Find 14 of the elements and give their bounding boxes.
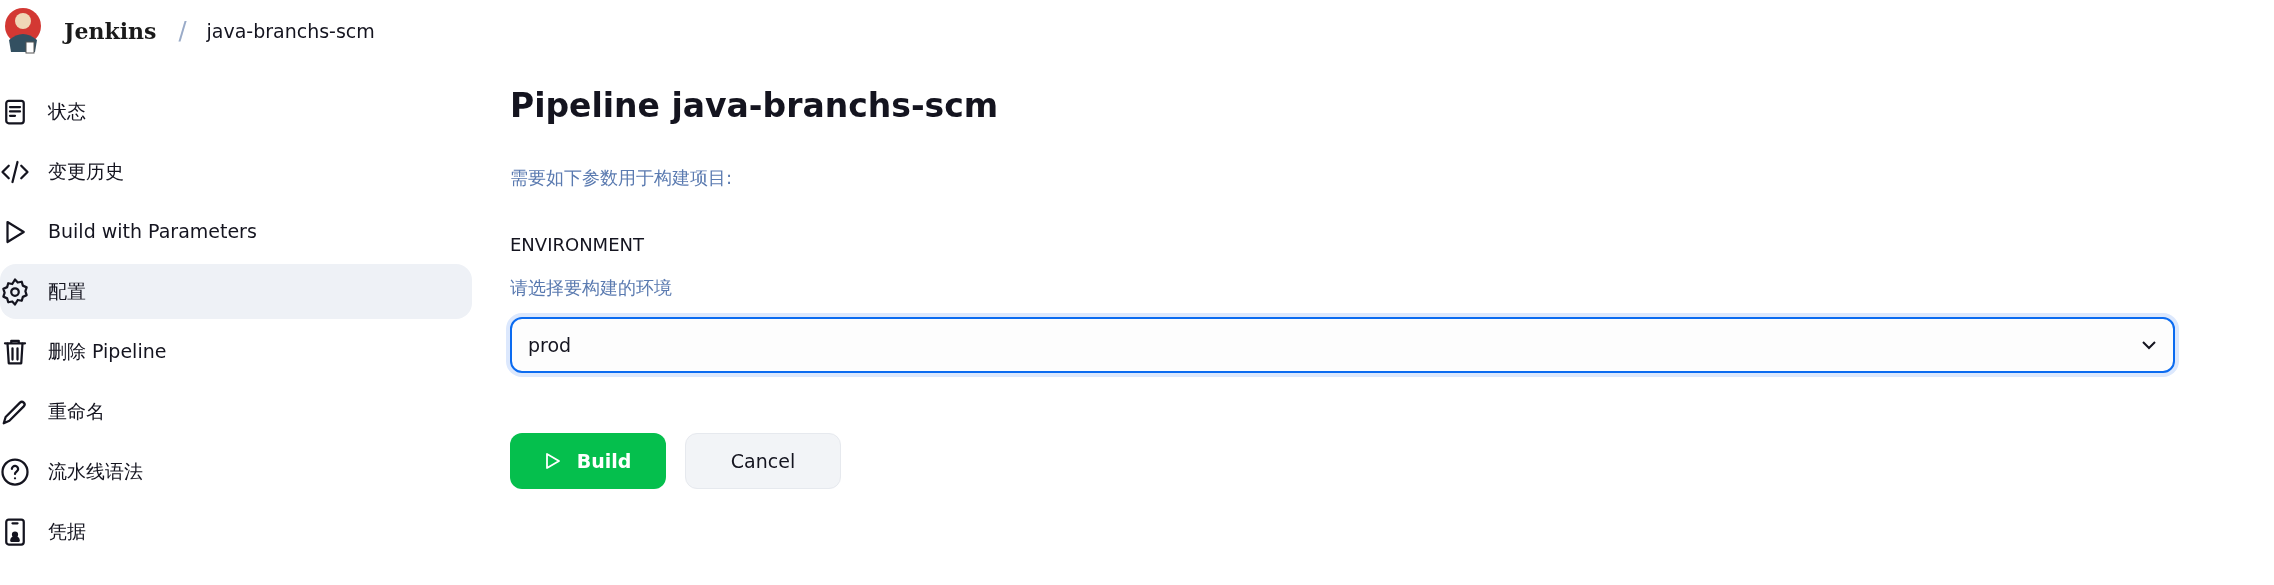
intro-text: 需要如下参数用于构建项目: <box>510 166 734 190</box>
breadcrumb-separator: / <box>178 16 187 47</box>
cancel-button[interactable]: Cancel <box>685 433 841 489</box>
page-title: Pipeline java-branchs-scm <box>510 86 1000 126</box>
logo-icon[interactable] <box>4 6 42 56</box>
breadcrumb-link[interactable]: java-branchs-scm <box>206 16 375 46</box>
play-icon <box>544 452 561 470</box>
chevron-down-icon <box>2141 340 2157 350</box>
sidebar-item[interactable]: 配置 <box>0 264 472 319</box>
parameter-description: 请选择要构建的环境 <box>510 276 673 300</box>
help-icon <box>0 456 30 487</box>
brand-name[interactable]: Jenkins <box>64 14 157 48</box>
parameter-name: ENVIRONMENT <box>510 233 645 257</box>
settings-icon <box>0 276 30 307</box>
